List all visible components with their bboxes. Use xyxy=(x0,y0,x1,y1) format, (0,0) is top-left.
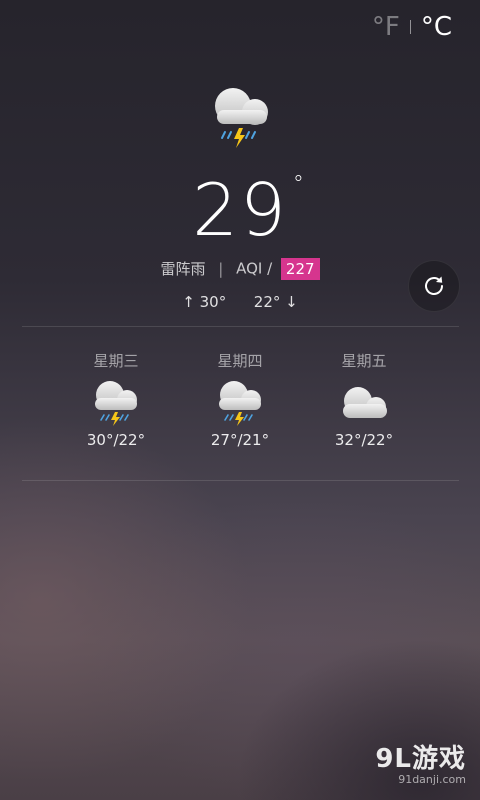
high-temp: ↑ 30° xyxy=(182,293,227,311)
forecast-day-fri: 星期五 32°/22° xyxy=(309,350,419,449)
thunderstorm-icon xyxy=(215,88,268,148)
aqi-badge: 227 xyxy=(280,257,320,280)
current-temperature: 29 ° xyxy=(0,168,480,252)
condition-text: 雷阵雨 xyxy=(160,260,206,278)
watermark: 9L游戏 91danji.com xyxy=(375,738,466,786)
divider-top xyxy=(22,326,459,327)
forecast-day-thu: 星期四 27°/21° xyxy=(185,350,295,449)
day-range: 30°/22° xyxy=(86,431,146,449)
thunderstorm-icon xyxy=(95,381,137,426)
day-range: 32°/22° xyxy=(334,431,394,449)
watermark-logo: 9L游戏 xyxy=(375,744,466,774)
high-low: ↑ 30° 22° ↓ xyxy=(0,293,480,311)
fahrenheit-option[interactable]: °F xyxy=(372,12,400,42)
unit-toggle[interactable]: °F °C xyxy=(372,12,452,42)
day-name: 星期四 xyxy=(217,352,263,370)
condition-line: 雷阵雨 | AQI / 227 xyxy=(0,257,480,280)
refresh-button[interactable] xyxy=(408,260,460,312)
unit-divider xyxy=(409,20,411,34)
cloudy-icon xyxy=(343,387,387,418)
forecast-day-wed: 星期三 30°/22° xyxy=(61,350,171,449)
day-range: 27°/21° xyxy=(210,431,270,449)
celsius-option[interactable]: °C xyxy=(421,12,452,42)
low-temp: 22° ↓ xyxy=(253,293,298,311)
degree-symbol: ° xyxy=(292,172,306,197)
refresh-icon xyxy=(425,276,443,295)
divider-bottom xyxy=(22,480,459,481)
condition-separator: | xyxy=(218,259,224,278)
day-name: 星期五 xyxy=(341,352,387,370)
day-name: 星期三 xyxy=(93,352,139,370)
forecast-list: 星期三 30°/22° 星期四 27°/21° 星期五 32°/22° xyxy=(0,350,480,460)
thunderstorm-icon xyxy=(219,381,261,426)
aqi-label: AQI / xyxy=(236,259,273,278)
temperature-value: 29 xyxy=(192,168,288,252)
